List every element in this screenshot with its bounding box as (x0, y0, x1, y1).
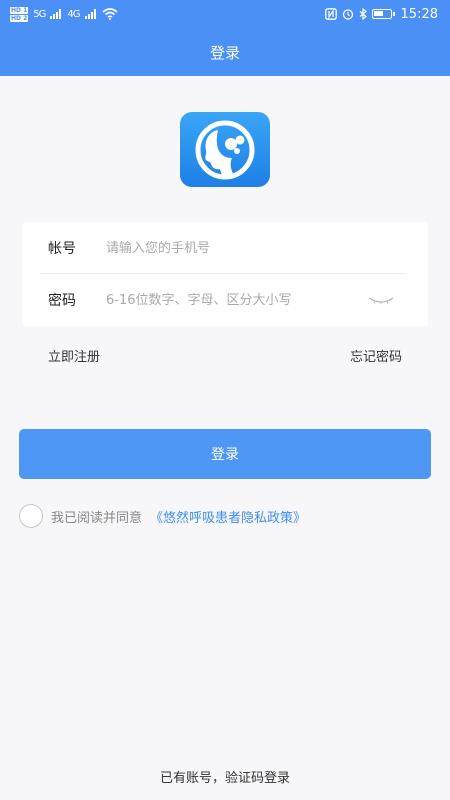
status-time: 15:28 (400, 6, 438, 22)
login-form-card: 帐号 密码 (22, 222, 428, 326)
password-label: 密码 (48, 293, 76, 309)
sim1-badge: HD 1 (10, 6, 29, 14)
status-right: 15:28 (324, 6, 438, 22)
alarm-icon (342, 9, 353, 20)
login-button[interactable]: 登录 (19, 429, 431, 479)
status-bar: HD 1 HD 2 5G 4G 15:28 (0, 0, 450, 28)
battery-icon (371, 9, 395, 19)
register-link[interactable]: 立即注册 (48, 346, 100, 365)
account-input[interactable] (106, 240, 346, 256)
network2-label: 4G (67, 8, 80, 20)
nfc-icon (324, 8, 337, 20)
eye-closed-icon[interactable] (368, 296, 394, 304)
password-row: 密码 (22, 274, 428, 326)
agreement-row: 我已阅读并同意 《悠然呼吸患者隐私政策》 (19, 504, 306, 528)
signal-icon (84, 9, 96, 19)
network1-label: 5G (33, 8, 46, 20)
wifi-icon (101, 8, 118, 20)
nav-bar: 登录 (0, 28, 450, 76)
password-input[interactable] (106, 292, 346, 308)
bluetooth-icon (359, 8, 367, 20)
agreement-text: 我已阅读并同意 (51, 510, 143, 526)
sms-login-link[interactable]: 已有账号，验证码登录 (0, 767, 450, 786)
sim2-badge: HD 2 (10, 14, 29, 22)
sim-indicators: HD 1 HD 2 (10, 6, 29, 22)
signal-icon (50, 9, 62, 19)
privacy-policy-link[interactable]: 《悠然呼吸患者隐私政策》 (150, 507, 306, 526)
app-logo (180, 112, 270, 187)
auth-links: 立即注册 忘记密码 (48, 346, 402, 365)
status-left: HD 1 HD 2 5G 4G (10, 6, 118, 22)
agreement-checkbox[interactable] (19, 504, 43, 528)
account-label: 帐号 (48, 241, 76, 257)
app-logo-icon (195, 120, 255, 179)
forgot-password-link[interactable]: 忘记密码 (350, 346, 402, 365)
page-title: 登录 (209, 43, 240, 62)
account-row: 帐号 (22, 222, 428, 274)
